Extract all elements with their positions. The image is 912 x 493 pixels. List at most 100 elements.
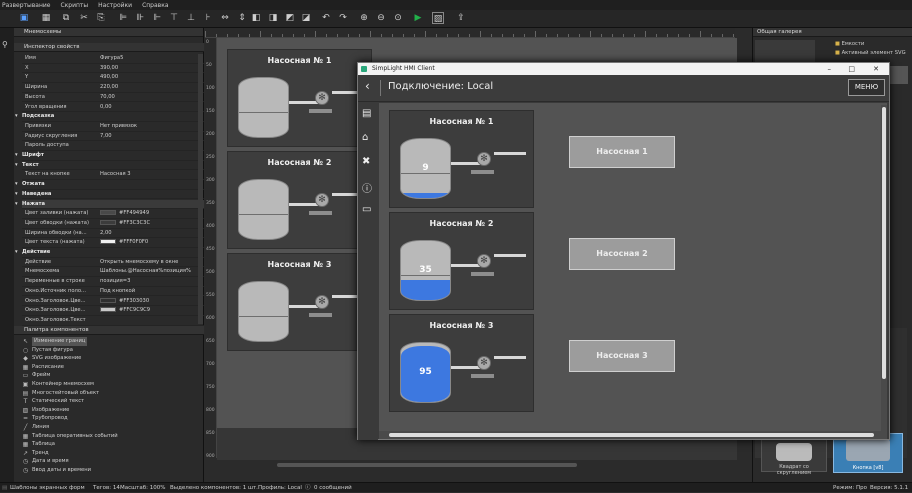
save-icon[interactable]: ▣ [18, 12, 30, 24]
property-row[interactable]: Привязки Нет привязок [22, 122, 204, 132]
property-row[interactable]: Переменные в строке позиция=3 [22, 277, 204, 287]
property-row[interactable]: Пароль доступа [22, 141, 204, 151]
property-row[interactable]: Шрифт ▾ [15, 151, 204, 161]
menu-button[interactable]: МЕНЮ [848, 79, 885, 96]
pump-icon[interactable]: ✻ [477, 356, 491, 371]
distribute-v-icon[interactable]: ⇕ [236, 12, 248, 24]
section-toggle-icon[interactable]: ▾ [15, 112, 18, 122]
component-item[interactable]: ▨ Изображение [23, 406, 70, 415]
hmi-nav-button[interactable]: Насосная 2 [569, 238, 675, 270]
align-middle-icon[interactable]: ⊥ [185, 12, 197, 24]
pump-station-card[interactable]: Насосная № 2 35 ✻ [389, 212, 534, 310]
property-value[interactable]: Нет привязок [100, 122, 204, 132]
pump-station-card[interactable]: Насосная № 3 95 ✻ [389, 314, 534, 412]
property-row[interactable]: Цвет обводки (нажата) #FF3C3C3C [22, 219, 204, 229]
property-value[interactable]: Под кнопкой [100, 287, 204, 297]
property-value[interactable]: 0,00 [100, 103, 204, 113]
property-value[interactable]: #FF3C3C3C [100, 219, 204, 229]
property-value[interactable]: 7,00 [100, 132, 204, 142]
component-item[interactable]: ▦ Таблица оперативных событий [23, 432, 118, 441]
property-row[interactable]: Ширина 220,00 [22, 83, 204, 93]
section-toggle-icon[interactable]: ▾ [15, 180, 18, 190]
property-row[interactable]: Действие ▾ [15, 248, 204, 258]
section-toggle-icon[interactable]: ▾ [15, 190, 18, 200]
pump-station-card[interactable]: Насосная № 1 ✻ [227, 49, 372, 147]
align-right-icon[interactable]: ⊩ [151, 12, 163, 24]
property-value[interactable]: позиция=3 [100, 277, 204, 287]
tag-icon[interactable]: ⌂ [362, 132, 368, 143]
gallery-thumb-rounded-square[interactable]: Квадрат со скруглением [761, 438, 827, 476]
align-bottom-icon[interactable]: ⊦ [202, 12, 214, 24]
property-row[interactable]: Окно.Заголовок.Цве... #FFC9C9C9 [22, 306, 204, 316]
property-row[interactable]: Цвет заливки (нажата) #FF494949 [22, 209, 204, 219]
pump-station-card[interactable]: Насосная № 2 ✻ [227, 151, 372, 249]
pump-icon[interactable]: ✻ [315, 91, 329, 106]
component-item[interactable]: ↗ Тренд [23, 449, 49, 458]
component-item[interactable]: ○ Пустая фигура [23, 346, 73, 355]
property-row[interactable]: Имя Фигура5 [22, 54, 204, 64]
pump-station-card[interactable]: Насосная № 1 9 ✻ [389, 110, 534, 208]
grid-icon[interactable]: ▦ [40, 12, 52, 24]
property-value[interactable]: Шаблоны.@Насосная%позиция% [100, 267, 204, 277]
component-item[interactable]: ▤ Многостейтовый объект [23, 389, 99, 398]
component-item[interactable]: ▣ Контейнер мнемосхем [23, 380, 94, 389]
pump-station-card[interactable]: Насосная № 3 ✻ [227, 253, 372, 351]
monitor-icon[interactable]: ▭ [362, 204, 371, 215]
pump-icon[interactable]: ✻ [477, 254, 491, 269]
close-icon[interactable]: ✕ [873, 63, 879, 75]
property-row[interactable]: X 390,00 [22, 64, 204, 74]
align-center-icon[interactable]: ⊪ [134, 12, 146, 24]
property-row[interactable]: Цвет текста (нажата) #FFF0F0F0 [22, 238, 204, 248]
document-icon[interactable]: ▤ [362, 108, 371, 119]
property-row[interactable]: Высота 70,00 [22, 93, 204, 103]
cut-icon[interactable]: ✂ [78, 12, 90, 24]
hmi-nav-button[interactable]: Насосная 3 [569, 340, 675, 372]
gallery-thumb-top[interactable] [755, 40, 815, 62]
menu-settings[interactable]: Настройки [98, 2, 132, 9]
property-row[interactable]: Наведена ▾ [15, 190, 204, 200]
paste-icon[interactable]: ⎘ [95, 12, 107, 24]
property-row[interactable]: Текст на кнопке Насосная 3 [22, 170, 204, 181]
maximize-icon[interactable]: □ [848, 63, 855, 75]
zoom-out-icon[interactable]: ⊖ [375, 12, 387, 24]
component-item[interactable]: ╱ Линия [24, 423, 49, 432]
mnemo-tab[interactable]: Мнемосхемы [14, 28, 203, 37]
property-value[interactable]: 70,00 [100, 93, 204, 103]
property-row[interactable]: Отжата ▾ [15, 180, 204, 190]
menu-help[interactable]: Справка [142, 2, 168, 9]
align-left-icon[interactable]: ⊫ [117, 12, 129, 24]
copy-icon[interactable]: ⧉ [60, 12, 72, 24]
property-row[interactable]: Нажата ▾ [15, 199, 204, 210]
undo-icon[interactable]: ↶ [320, 12, 332, 24]
component-item[interactable]: ▭ Фрейм [23, 371, 51, 380]
property-row[interactable]: Окно.Источник поло... Под кнопкой [22, 287, 204, 297]
send-backward-icon[interactable]: ◩ [284, 12, 296, 24]
zoom-in-icon[interactable]: ⊕ [358, 12, 370, 24]
canvas-h-scroll[interactable] [217, 460, 747, 470]
property-row[interactable]: Окно.Заголовок.Текст [22, 316, 204, 326]
pump-icon[interactable]: ✻ [315, 193, 329, 208]
pump-icon[interactable]: ✻ [315, 295, 329, 310]
property-value[interactable]: 220,00 [100, 83, 204, 93]
property-row[interactable]: Y 490,00 [22, 73, 204, 84]
property-scrollbar[interactable] [198, 54, 203, 324]
property-row[interactable]: Окно.Заголовок.Цве... #FF303030 [22, 297, 204, 307]
back-button[interactable]: ‹ [365, 79, 370, 93]
property-row[interactable]: Подсказка ▾ [15, 112, 204, 122]
run-icon[interactable]: ▶ [412, 12, 424, 24]
property-value[interactable]: #FFF0F0F0 [100, 238, 204, 248]
property-value[interactable]: Открыть мнемосхему в окне [100, 258, 204, 268]
export-icon[interactable]: ⇪ [455, 12, 467, 24]
send-back-icon[interactable]: ◪ [300, 12, 312, 24]
component-item[interactable]: ◷ Ввод даты и времени [23, 466, 91, 475]
preview-icon[interactable]: ▨ [432, 12, 444, 24]
property-row[interactable]: Мнемосхема Шаблоны.@Насосная%позиция% [22, 267, 204, 278]
zoom-fit-icon[interactable]: ⊙ [392, 12, 404, 24]
component-item[interactable]: ◷ Дата и время [23, 457, 69, 466]
property-value[interactable]: Насосная 3 [100, 170, 204, 180]
bring-forward-icon[interactable]: ◨ [267, 12, 279, 24]
component-item[interactable]: ▦ Расписание [23, 363, 64, 372]
property-row[interactable]: Текст ▾ [15, 161, 204, 171]
property-value[interactable]: 490,00 [100, 73, 204, 83]
component-item[interactable]: T Статический текст [24, 397, 84, 406]
